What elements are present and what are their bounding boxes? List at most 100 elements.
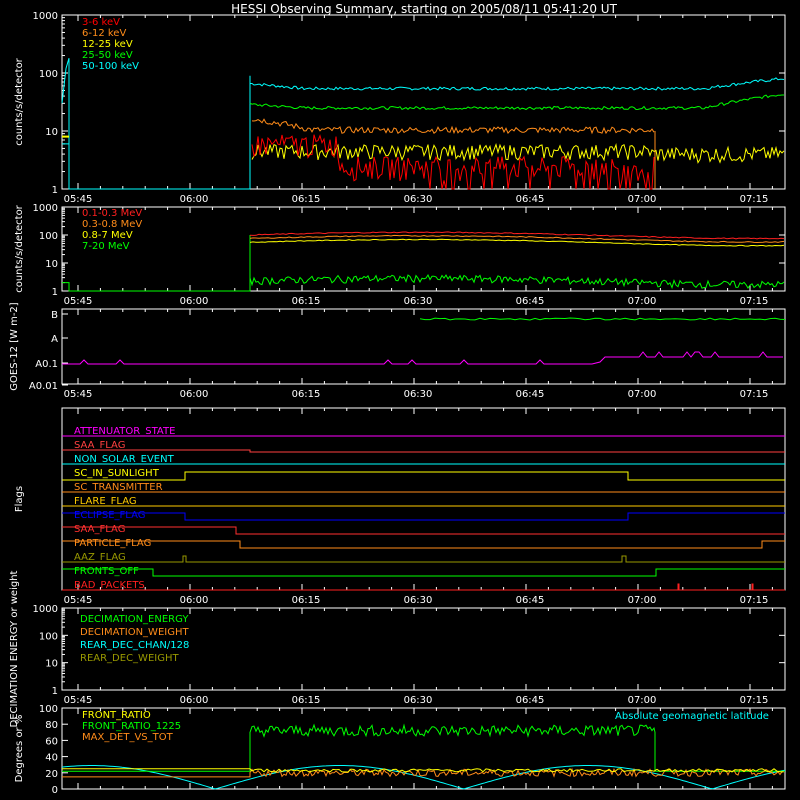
legend-entry: FRONT_RATIO [82,710,151,721]
series-50-100-kev [250,77,785,91]
legend-entry: REAR_DEC_WEIGHT [80,653,179,664]
time-tick-label: 07:15 [740,695,769,706]
legend-entry: MAX_DET_VS_TOT [82,732,174,743]
flag-label: SAA_FLAG [74,524,125,535]
series-25-50-kev [249,94,784,111]
time-tick-label: 07:15 [740,194,769,205]
time-tick-label: 06:00 [180,595,209,606]
observing-summary: HESSI Observing Summary, starting on 200… [0,0,800,800]
flag-label: BAD_PACKETS [74,580,145,591]
time-tick-label: 06:30 [404,296,433,307]
panel-frame-0 [61,14,786,190]
y-tick-label: 10 [45,127,58,138]
flag-label: ATTENUATOR_STATE [74,426,175,437]
flag-label: PARTICLE_FLAG [74,538,151,549]
flag-label: SC_TRANSMITTER [74,482,163,493]
time-tick-label: 06:30 [404,389,433,400]
flag-trace [62,449,785,453]
legend-entry: DECIMATION_WEIGHT [80,627,189,638]
legend-entry: DECIMATION_ENERGY [80,614,189,625]
flag-label: FRONTS_OFF [74,566,139,577]
series-baseline [62,143,250,190]
y-tick-label: 1000 [33,203,58,214]
time-tick-label: 06:45 [516,595,545,606]
flag-trace [62,540,785,549]
time-tick-label: 06:15 [292,389,321,400]
series-0.3-0.8-mev [249,234,785,244]
goes-short-channel [62,351,783,365]
goes-long-channel [419,317,786,321]
flag-label: AAZ_FLAG [74,552,126,563]
y-tick-label: 1 [52,185,58,196]
legend-entry: Absolute geomagnetic latitude [615,711,769,722]
time-tick-label: 06:00 [180,296,209,307]
y-tick-label: 10 [45,659,58,670]
y-tick-label: A0.1 [35,359,58,370]
panel-frame-2 [61,308,786,385]
series-7-20-mev [249,273,785,290]
y-tick-label: 0 [52,785,58,796]
summary-plot: HESSI Observing Summary, starting on 200… [9,2,786,796]
y-axis-label: GOES-12 [W m-2] [9,302,20,390]
legend-entry: 12-25 keV [82,39,133,50]
series-50-100-early [61,58,70,189]
time-tick-label: 05:45 [64,695,93,706]
series-3-6-kev [251,134,655,190]
flag-label: FLARE_FLAG [74,496,137,507]
time-tick-label: 07:15 [740,296,769,307]
time-tick-label: 06:15 [292,595,321,606]
y-tick-label: 40 [45,753,58,764]
time-tick-label: 06:45 [516,695,545,706]
series-0.8-7-mev [249,238,785,247]
time-tick-label: 05:45 [64,595,93,606]
y-tick-label: 10 [45,259,58,270]
y-tick-label: A [51,334,58,345]
time-tick-label: 06:00 [180,695,209,706]
time-tick-label: 07:00 [628,389,657,400]
y-tick-label: B [51,310,58,321]
flag-trace [62,471,785,481]
legend-entry: 0.1-0.3 MeV [82,208,142,219]
y-axis-label: counts/s/detector [14,204,25,292]
time-tick-label: 06:15 [292,194,321,205]
flag-trace [62,568,785,577]
y-tick-label: 1000 [33,11,58,22]
time-tick-label: 05:45 [64,296,93,307]
y-tick-label: 60 [45,736,58,747]
time-tick-label: 07:00 [628,695,657,706]
y-tick-label: A0.01 [29,381,58,392]
time-tick-label: 07:00 [628,595,657,606]
time-tick-label: 06:15 [292,695,321,706]
legend-entry: 3-6 keV [82,17,120,28]
flag-label: NON_SOLAR_EVENT [74,454,175,465]
legend-entry: 25-50 keV [82,50,133,61]
legend-entry: 6-12 keV [82,28,126,39]
y-tick-label: 1000 [33,604,58,615]
flag-label: SC_IN_SUNLIGHT [74,468,160,479]
flag-trace [62,526,785,535]
flag-label: SAA_FLAG [74,440,125,451]
time-tick-label: 06:15 [292,296,321,307]
legend-entry: 50-100 keV [82,61,139,72]
time-tick-label: 06:30 [404,194,433,205]
plot-title: HESSI Observing Summary, starting on 200… [231,2,617,16]
legend-entry: 7-20 MeV [82,241,130,252]
time-tick-label: 06:00 [180,389,209,400]
y-tick-label: 80 [45,720,58,731]
flag-trace [62,583,785,591]
time-tick-label: 07:00 [628,194,657,205]
y-axis-label: counts/s/detector [14,57,25,145]
time-tick-label: 06:45 [516,389,545,400]
y-tick-label: 100 [39,631,58,642]
flag-trace [62,555,785,563]
series-6-12-kev [251,118,655,135]
y-tick-label: 1 [52,287,58,298]
y-tick-label: 100 [39,231,58,242]
y-tick-label: 100 [39,69,58,80]
time-tick-label: 07:15 [740,595,769,606]
time-tick-label: 06:45 [516,296,545,307]
time-tick-label: 06:00 [180,194,209,205]
time-tick-label: 05:45 [64,389,93,400]
y-axis-label: Flags [14,486,25,512]
series-0.1-0.3-mev [249,231,785,240]
